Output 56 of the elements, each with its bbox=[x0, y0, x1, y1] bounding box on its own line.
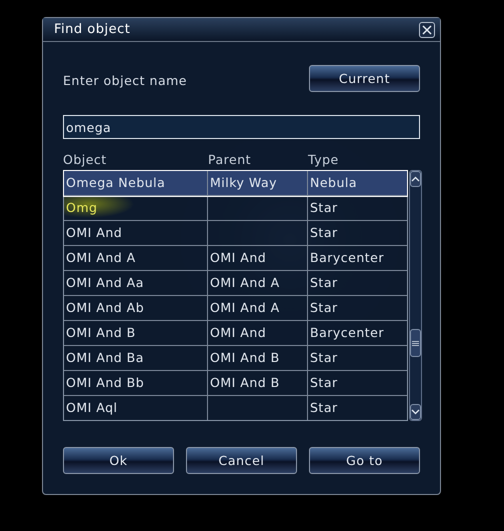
column-header[interactable]: Object bbox=[63, 152, 208, 166]
table-row[interactable]: OMI And Star bbox=[64, 221, 407, 246]
table-cell-text: Star bbox=[309, 224, 339, 242]
table-cell: OMI And B bbox=[208, 346, 308, 370]
table-cell: Omega Nebula bbox=[64, 171, 208, 195]
prompt-label: Enter object name bbox=[63, 73, 187, 88]
table-cell: OMI And bbox=[208, 321, 308, 345]
table-cell: OMI And A bbox=[208, 271, 308, 295]
table-cell-text: Star bbox=[309, 299, 339, 317]
dialog-button[interactable]: Ok bbox=[63, 447, 174, 474]
table-row[interactable]: OMI And Ab OMI And A Star bbox=[64, 296, 407, 321]
scroll-bar[interactable] bbox=[409, 170, 422, 421]
table-cell-text: Star bbox=[309, 274, 339, 292]
table-cell: OMI And Ba bbox=[64, 346, 208, 370]
table-cell: Omg bbox=[64, 196, 208, 220]
dialog-button[interactable]: Go to bbox=[309, 447, 420, 474]
column-header[interactable]: Type bbox=[308, 152, 407, 166]
table-row[interactable]: OMI And B OMI And Barycenter bbox=[64, 321, 407, 346]
table-cell-text: Star bbox=[309, 374, 339, 392]
table-cell-text: Star bbox=[309, 399, 339, 417]
table-cell: Milky Way bbox=[208, 171, 308, 195]
table-cell: OMI And A bbox=[208, 296, 308, 320]
table-cell-text: Star bbox=[309, 349, 339, 367]
table-cell: OMI And Ab bbox=[64, 296, 208, 320]
table-cell-text: Nebula bbox=[309, 174, 358, 192]
close-icon bbox=[421, 24, 433, 36]
grip-icon bbox=[412, 340, 419, 346]
table-cell: OMI And bbox=[208, 246, 308, 270]
chevron-up-icon bbox=[411, 176, 420, 182]
table-cell: OMI And A bbox=[64, 246, 208, 270]
table-cell: OMI And Bb bbox=[64, 371, 208, 395]
table-cell: OMI And B bbox=[64, 321, 208, 345]
table-row[interactable]: OMI Aql Star bbox=[64, 396, 407, 420]
table-row[interactable]: Omega Nebula Milky Way Nebula bbox=[64, 171, 407, 196]
close-button[interactable] bbox=[419, 22, 435, 38]
window-title: Find object bbox=[54, 22, 130, 37]
scroll-up-button[interactable] bbox=[410, 171, 421, 187]
chevron-down-icon bbox=[411, 409, 420, 415]
table-row[interactable]: OMI And Bb OMI And B Star bbox=[64, 371, 407, 396]
table-row[interactable]: OMI And Ba OMI And B Star bbox=[64, 346, 407, 371]
table-row[interactable]: Omg Star bbox=[64, 196, 407, 221]
scroll-down-button[interactable] bbox=[410, 404, 421, 420]
dialog-button[interactable]: Cancel bbox=[186, 447, 297, 474]
table-cell-text: Barycenter bbox=[309, 249, 385, 267]
table-cell: OMI Aql bbox=[64, 396, 208, 420]
table-cell-text: Barycenter bbox=[309, 324, 385, 342]
table-cell: OMI And bbox=[64, 221, 208, 245]
table-cell: OMI And B bbox=[208, 371, 308, 395]
search-field[interactable]: omega bbox=[63, 115, 420, 139]
scroll-thumb[interactable] bbox=[410, 329, 421, 357]
table-row[interactable]: OMI And A OMI And Barycenter bbox=[64, 246, 407, 271]
table-cell-text: Star bbox=[309, 199, 339, 217]
current-button[interactable]: Current bbox=[309, 65, 420, 92]
table-row[interactable]: OMI And Aa OMI And A Star bbox=[64, 271, 407, 296]
column-header[interactable]: Parent bbox=[208, 152, 308, 166]
table-cell: OMI And Aa bbox=[64, 271, 208, 295]
